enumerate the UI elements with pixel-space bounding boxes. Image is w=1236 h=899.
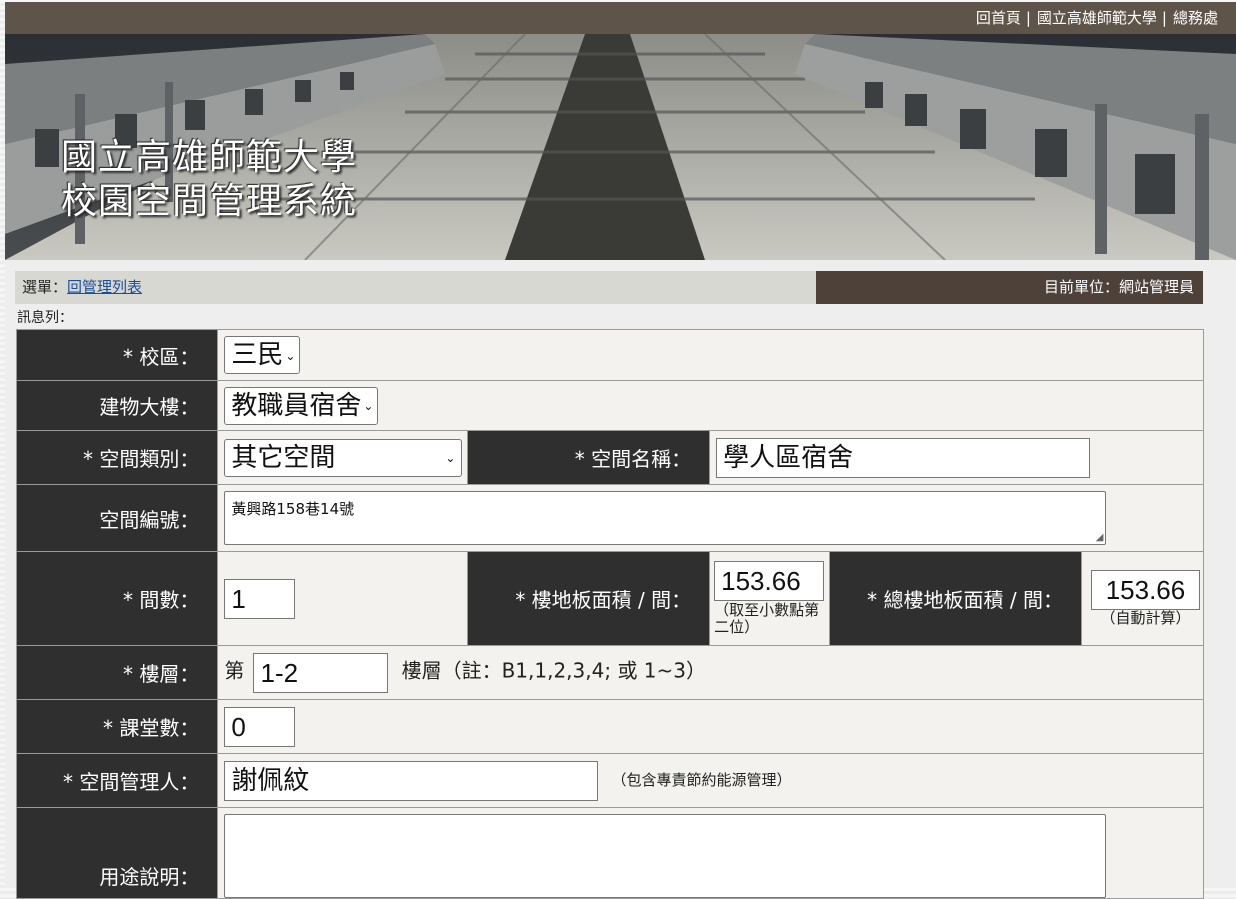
menu-bar: 選單：回管理列表 目前單位：網站管理員 bbox=[15, 271, 1203, 304]
space-code-label: 空間編號： bbox=[15, 484, 219, 552]
manager-hint: （包含專責節約能源管理） bbox=[611, 771, 792, 789]
row-space-type: * 空間類別： 其它空間 ⌄ * 空間名稱： 學人區宿舍 bbox=[15, 430, 1204, 485]
row-classrooms: * 課堂數： 0 bbox=[15, 699, 1204, 754]
classrooms-input[interactable]: 0 bbox=[224, 706, 296, 747]
nav-separator: | bbox=[1161, 9, 1167, 27]
space-code-textarea[interactable]: 黃興路158巷14號 ◢ bbox=[224, 491, 1107, 545]
campus-label: * 校區： bbox=[15, 329, 219, 381]
usage-label: 用途說明： bbox=[15, 807, 219, 899]
floor-area-hint: （取至小數點第二位） bbox=[714, 601, 820, 636]
room-count-input[interactable]: 1 bbox=[224, 578, 296, 619]
row-count-area: * 間數： 1 * 樓地板面積 / 間： 153.66 （取至小數點第二位） *… bbox=[15, 551, 1205, 646]
manager-input[interactable]: 謝佩紋 bbox=[224, 760, 599, 801]
row-space-code: 空間編號： 黃興路158巷14號 ◢ bbox=[15, 484, 1204, 552]
campus-select[interactable]: 三民 ⌄ bbox=[224, 336, 301, 374]
chevron-down-icon: ⌄ bbox=[285, 348, 296, 363]
space-type-select[interactable]: 其它空間 ⌄ bbox=[224, 438, 463, 477]
chevron-down-icon: ⌄ bbox=[445, 450, 456, 465]
floor-label: * 樓層： bbox=[15, 645, 219, 700]
room-count-label: * 間數： bbox=[15, 551, 219, 646]
total-area-input: 153.66 bbox=[1090, 570, 1200, 610]
row-floor: * 樓層： 第 1-2 樓層（註：B1,1,2,3,4; 或 1~3） bbox=[15, 645, 1204, 700]
banner-title-line1: 國立高雄師範大學 bbox=[61, 137, 358, 178]
row-usage: 用途說明： bbox=[15, 807, 1204, 899]
nav-separator: | bbox=[1025, 9, 1031, 27]
manager-label: * 空間管理人： bbox=[15, 753, 219, 808]
top-nav: 回首頁 | 國立高雄師範大學 | 總務處 bbox=[5, 2, 1236, 34]
banner-title: 國立高雄師範大學 校園空間管理系統 bbox=[61, 136, 357, 224]
floor-suffix: 樓層（註：B1,1,2,3,4; 或 1~3） bbox=[401, 658, 707, 682]
current-unit-badge: 目前單位：網站管理員 bbox=[816, 271, 1203, 304]
floor-prefix: 第 bbox=[224, 658, 245, 682]
building-select[interactable]: 教職員宿舍 ⌄ bbox=[224, 386, 379, 425]
row-manager: * 空間管理人： 謝佩紋 （包含專責節約能源管理） bbox=[15, 753, 1204, 808]
menu-left: 選單：回管理列表 bbox=[22, 271, 142, 304]
header-banner: 國立高雄師範大學 校園空間管理系統 bbox=[5, 34, 1236, 260]
floor-area-input[interactable]: 153.66 bbox=[714, 561, 825, 601]
menu-label: 選單： bbox=[22, 278, 68, 296]
message-bar: 訊息列： bbox=[17, 310, 73, 326]
building-label: 建物大樓： bbox=[15, 380, 219, 431]
classrooms-label: * 課堂數： bbox=[15, 699, 219, 754]
usage-textarea[interactable] bbox=[224, 814, 1107, 898]
row-building: 建物大樓： 教職員宿舍 ⌄ bbox=[15, 380, 1204, 431]
back-to-list-link[interactable]: 回管理列表 bbox=[67, 278, 142, 296]
chevron-down-icon: ⌄ bbox=[363, 399, 374, 413]
nav-university-link[interactable]: 國立高雄師範大學 bbox=[1037, 9, 1157, 27]
banner-title-line2: 校園空間管理系統 bbox=[61, 181, 358, 222]
nav-home-link[interactable]: 回首頁 bbox=[976, 9, 1021, 27]
total-area-label: * 總樓地板面積 / 間： bbox=[829, 551, 1082, 646]
floor-input[interactable]: 1-2 bbox=[253, 652, 389, 693]
total-area-hint: （自動計算） bbox=[1100, 609, 1191, 627]
row-campus: * 校區： 三民 ⌄ bbox=[15, 329, 1204, 381]
floor-area-label: * 樓地板面積 / 間： bbox=[467, 551, 711, 646]
space-name-input[interactable]: 學人區宿舍 bbox=[716, 437, 1091, 478]
space-edit-form: * 校區： 三民 ⌄ 建物大樓： 教職員宿舍 ⌄ * 空間類別： 其它空間 ⌄ * 空… bbox=[15, 329, 1205, 899]
space-type-label: * 空間類別： bbox=[15, 430, 219, 485]
nav-general-affairs-link[interactable]: 總務處 bbox=[1173, 9, 1218, 27]
space-name-label: * 空間名稱： bbox=[467, 430, 711, 485]
resize-grip-icon[interactable]: ◢ bbox=[1096, 532, 1104, 543]
